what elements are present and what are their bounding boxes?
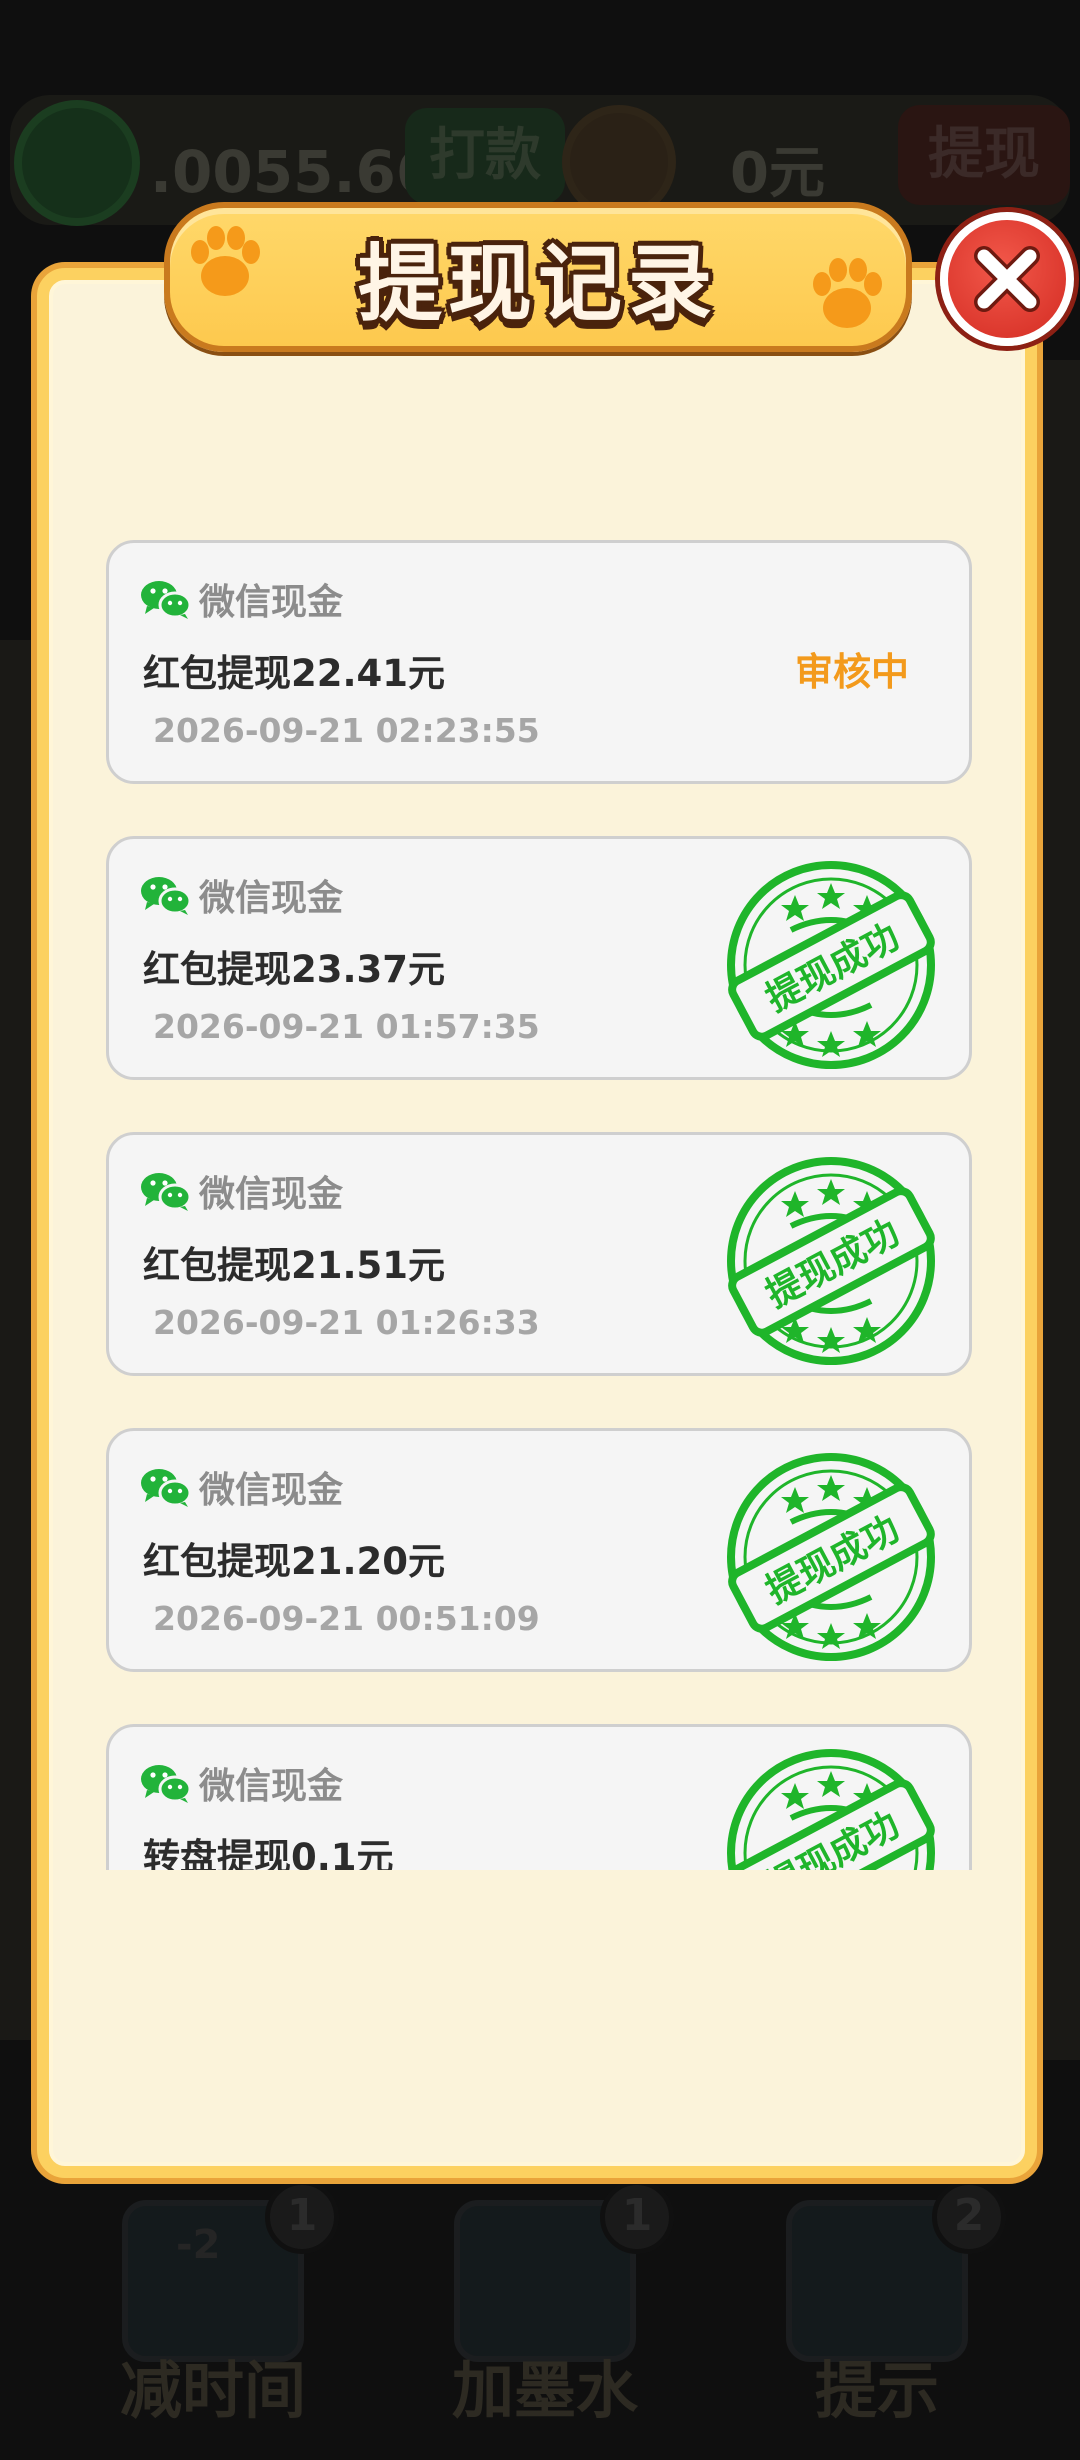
background-pay-button: 打款	[405, 108, 565, 204]
wechat-icon	[141, 1469, 192, 1507]
tool-hint-badge: 2	[932, 2180, 1006, 2254]
record-time: 2026-09-21 01:57:35	[153, 1007, 540, 1046]
record-status: 审核中	[794, 650, 909, 694]
record-card: 微信现金 红包提现22.41元 2026-09-21 02:23:55 审核中	[106, 540, 972, 784]
wechat-icon	[141, 1173, 192, 1211]
record-title: 转盘提现0.1元	[143, 1836, 394, 1870]
success-stamp: 提现成功	[727, 1157, 935, 1365]
record-source-label: 微信现金	[199, 1766, 344, 1807]
background-withdraw-button: 提现	[898, 105, 1070, 205]
record-card: 微信现金 红包提现21.51元 2026-09-21 01:26:33 提现成功	[106, 1132, 972, 1376]
record-source-label: 微信现金	[199, 1470, 344, 1511]
record-title: 红包提现22.41元	[143, 652, 446, 695]
tool-reduce-time-label: 减时间	[120, 2354, 307, 2427]
dialog-title: 提现记录	[357, 234, 718, 333]
record-time: 2026-09-21 00:51:09	[153, 1599, 540, 1638]
tool-add-ink-label: 加墨水	[452, 2354, 639, 2427]
right-strip	[1040, 360, 1080, 2060]
record-card: 微信现金 转盘提现0.1元 提现成功	[106, 1724, 972, 1870]
record-title: 红包提现21.51元	[143, 1244, 446, 1287]
record-time: 2026-09-21 02:23:55	[153, 711, 540, 750]
record-source: 微信现金	[139, 1757, 343, 1809]
tool-hint-label: 提示	[815, 2354, 940, 2427]
tool-add-ink-badge: 1	[600, 2180, 674, 2254]
wechat-icon	[141, 877, 192, 915]
success-stamp: 提现成功	[727, 861, 935, 1069]
background-balance-2: 0元	[730, 141, 825, 206]
record-card: 微信现金 红包提现21.20元 2026-09-21 00:51:09 提现成功	[106, 1428, 972, 1672]
close-icon	[974, 246, 1040, 312]
records-list[interactable]: 微信现金 红包提现22.41元 2026-09-21 02:23:55 审核中 …	[100, 540, 980, 1870]
record-card: 微信现金 红包提现23.37元 2026-09-21 01:57:35 提现成功	[106, 836, 972, 1080]
record-source: 微信现金	[139, 869, 343, 921]
record-title: 红包提现23.37元	[143, 948, 446, 991]
record-source-label: 微信现金	[199, 1174, 344, 1215]
paw-right-icon	[813, 258, 882, 328]
success-stamp: 提现成功	[727, 1749, 935, 1870]
record-title: 红包提现21.20元	[143, 1540, 446, 1583]
wechat-icon	[141, 581, 192, 619]
record-time: 2026-09-21 01:26:33	[153, 1303, 540, 1342]
record-source: 微信现金	[139, 1461, 343, 1513]
record-source-label: 微信现金	[199, 878, 344, 919]
record-source: 微信现金	[139, 1165, 343, 1217]
wechat-icon	[141, 1765, 192, 1803]
success-stamp: 提现成功	[727, 1453, 935, 1661]
balance-coin-icon	[14, 100, 140, 226]
dialog-title-banner: 提现记录	[164, 202, 912, 352]
record-source-label: 微信现金	[199, 582, 344, 623]
left-strip	[0, 640, 40, 2040]
tool-reduce-time-value: -2	[176, 2222, 221, 2268]
record-source: 微信现金	[139, 573, 343, 625]
paw-left-icon	[191, 226, 260, 296]
tool-reduce-time-badge: 1	[265, 2180, 339, 2254]
close-button[interactable]	[940, 212, 1074, 346]
